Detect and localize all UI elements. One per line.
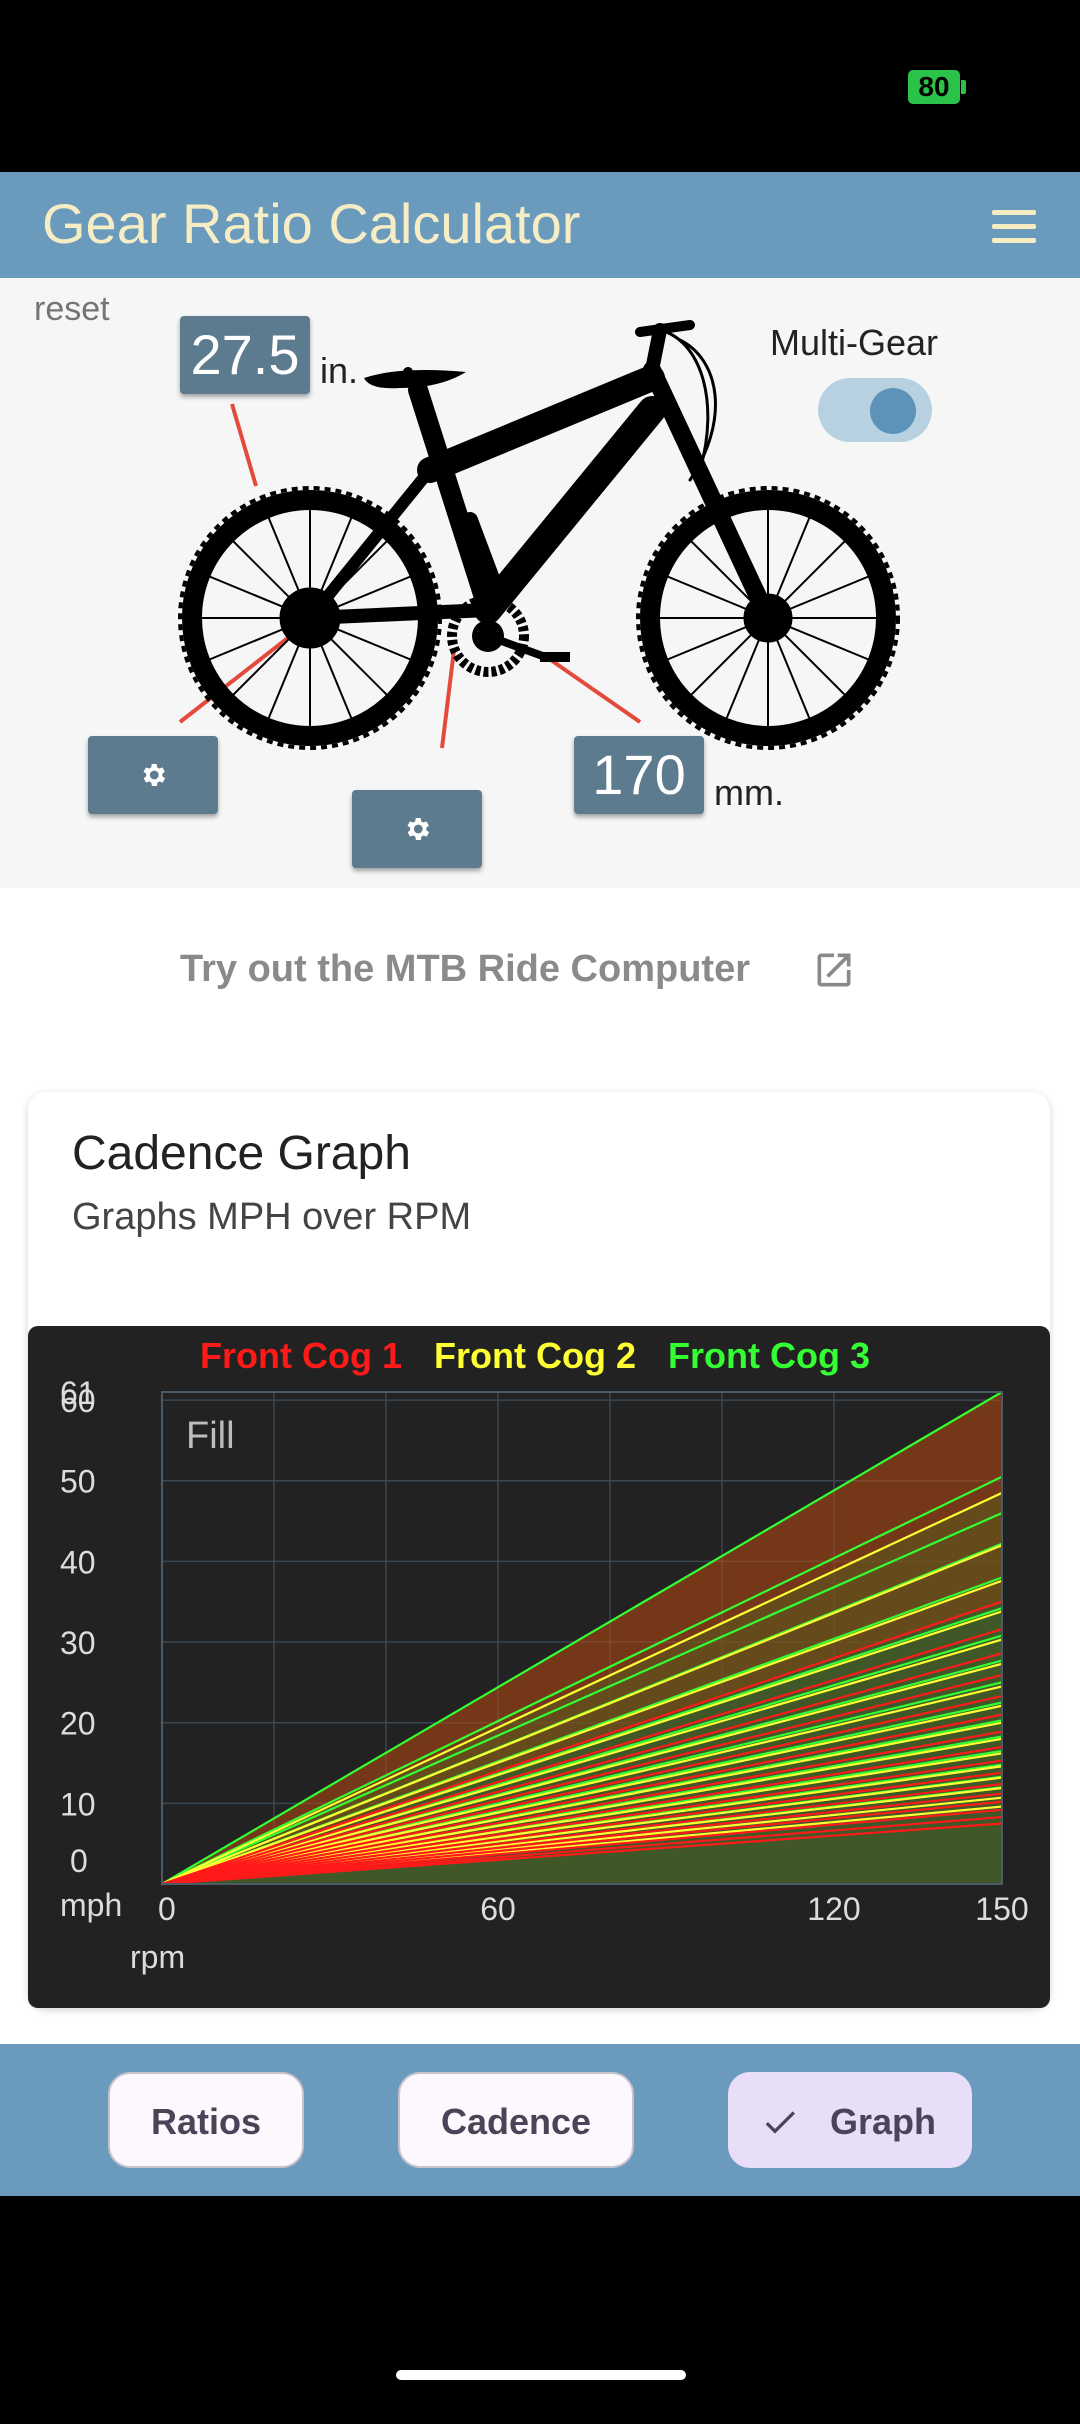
ride-computer-link[interactable]: Try out the MTB Ride Computer — [180, 948, 750, 991]
legend-entry: Front Cog 3 — [668, 1335, 870, 1376]
wheel-size-unit: in. — [320, 350, 359, 391]
y-tick-label: 30 — [60, 1625, 96, 1661]
x-tick-label: 150 — [975, 1891, 1028, 1927]
y-tick-label: 50 — [60, 1464, 96, 1500]
open-in-new-icon[interactable] — [812, 948, 856, 992]
y-tick-label: 0 — [70, 1843, 88, 1879]
x-tick-label: 60 — [480, 1891, 516, 1927]
check-icon — [765, 2111, 795, 2134]
hamburger-icon — [992, 210, 1036, 215]
system-nav-bar — [0, 2196, 1080, 2424]
legend-entry: Front Cog 2 — [434, 1335, 636, 1376]
y-tick-label: 40 — [60, 1544, 96, 1580]
crank-length-value[interactable]: 170 — [574, 736, 704, 814]
card-title: Cadence Graph — [72, 1127, 411, 1180]
y-tick-label: 61 — [60, 1375, 96, 1411]
fill-label: Fill — [186, 1415, 235, 1457]
battery-indicator: 80 — [908, 70, 966, 104]
wheel-size-value[interactable]: 27.5 — [180, 316, 310, 394]
multi-gear-toggle[interactable] — [818, 374, 934, 444]
tab-graph-label: Graph — [830, 2101, 937, 2142]
crank-length-unit: mm. — [714, 772, 784, 813]
menu-button[interactable] — [988, 206, 1040, 246]
y-tick-label: 20 — [60, 1706, 96, 1742]
chart-legend: Front Cog 1 Front Cog 2 Front Cog 3 — [200, 1335, 870, 1376]
reset-button[interactable]: reset — [34, 290, 110, 329]
tab-cadence[interactable]: Cadence — [398, 2072, 634, 2168]
y-tick-label: 10 — [60, 1786, 96, 1822]
tab-ratios[interactable]: Ratios — [108, 2072, 304, 2168]
legend-entry: Front Cog 1 — [200, 1335, 402, 1376]
rear-cog-settings-button[interactable] — [88, 736, 218, 814]
gear-icon — [143, 764, 166, 786]
x-tick-label: 0 — [158, 1891, 176, 1927]
y-axis-label: mph — [60, 1887, 122, 1923]
home-indicator[interactable] — [396, 2370, 686, 2380]
gear-icon — [407, 818, 430, 840]
tab-graph[interactable]: Graph — [728, 2072, 972, 2168]
front-cog-settings-button[interactable] — [352, 790, 482, 868]
cadence-chart: Front Cog 1 Front Cog 2 Front Cog 3 Fill 0… — [28, 1326, 1050, 2008]
app-title: Gear Ratio Calculator — [42, 192, 581, 255]
card-subtitle: Graphs MPH over RPM — [72, 1196, 472, 1238]
x-tick-label: 120 — [807, 1891, 860, 1927]
x-axis-label: rpm — [130, 1939, 185, 1975]
multi-gear-label: Multi-Gear — [770, 322, 939, 363]
